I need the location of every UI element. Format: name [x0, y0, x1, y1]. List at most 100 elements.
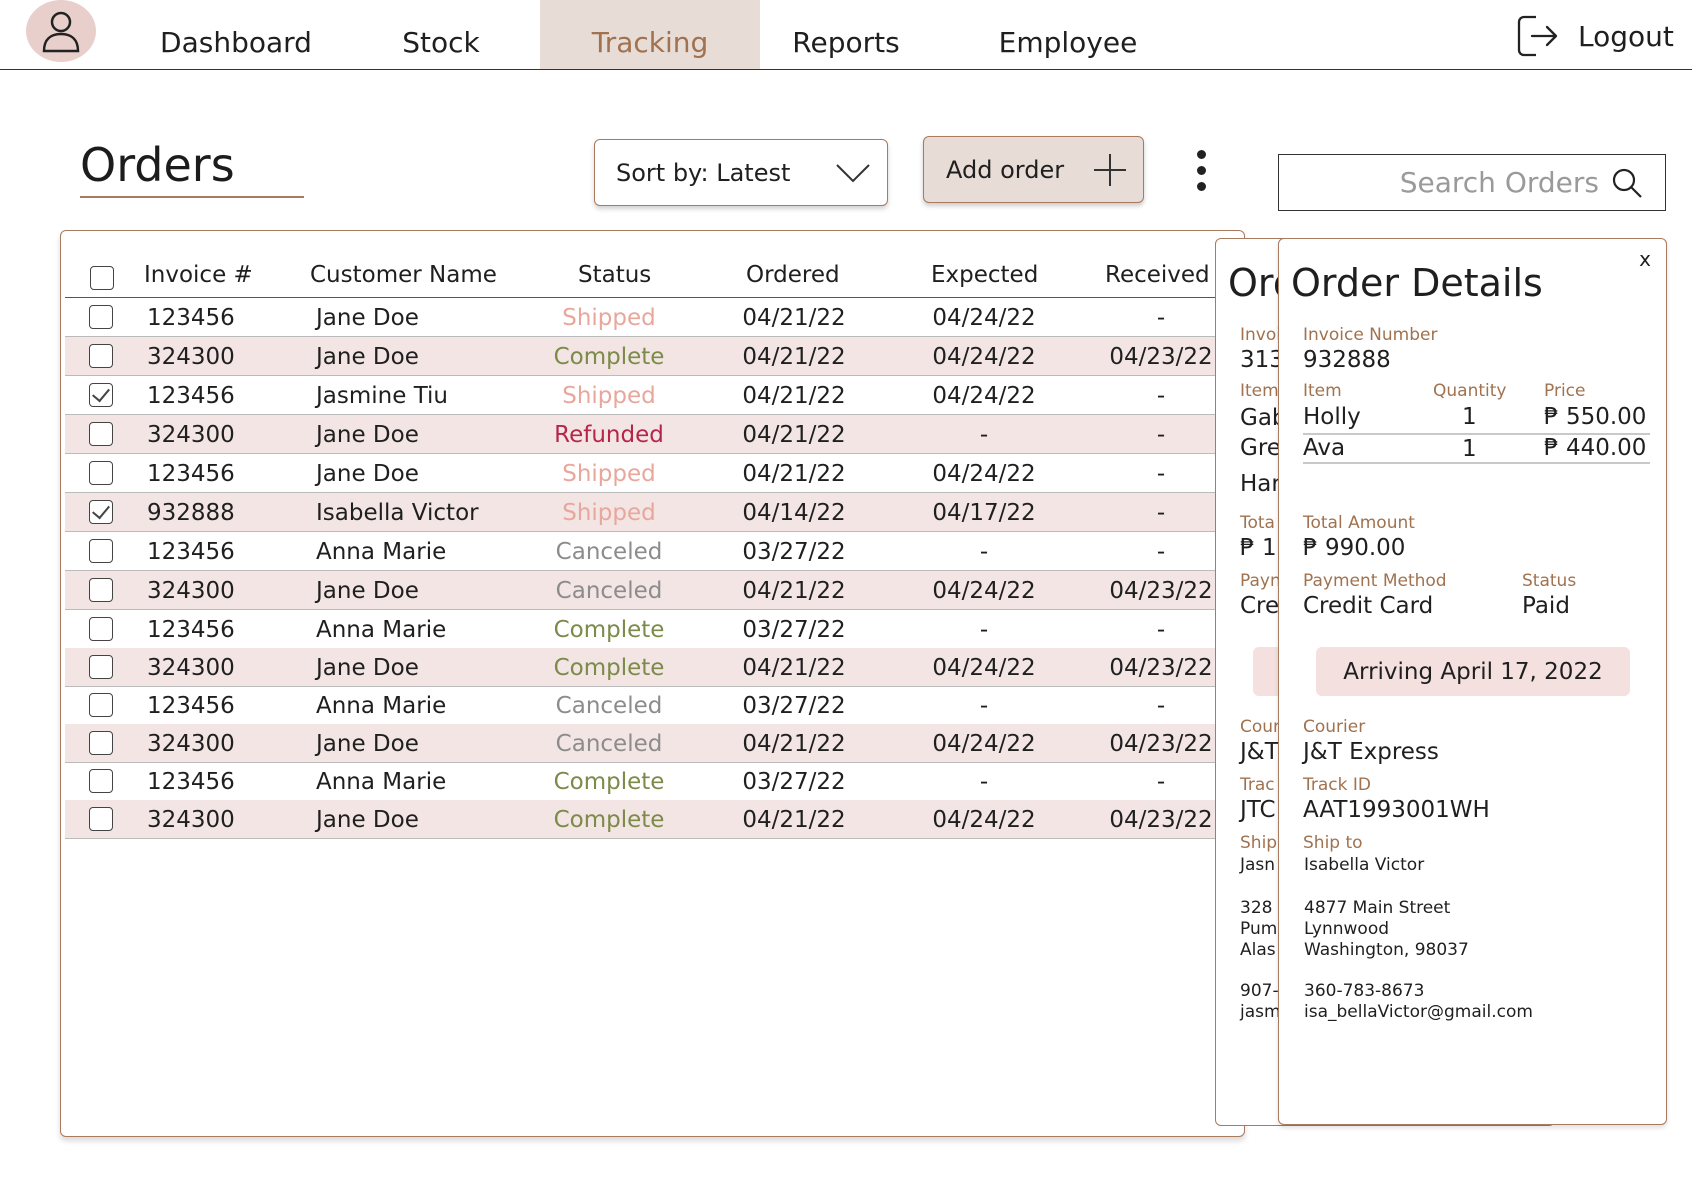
item-quantity: 1: [1462, 404, 1477, 430]
row-checkbox[interactable]: [89, 422, 113, 446]
row-checkbox[interactable]: [89, 344, 113, 368]
more-options-button[interactable]: [1190, 150, 1212, 198]
column-header-customer[interactable]: Customer Name: [310, 262, 497, 288]
ordered-cell: 04/21/22: [742, 807, 846, 833]
item-quantity: 1: [1462, 436, 1477, 462]
customer-cell: Jane Doe: [316, 655, 419, 681]
tab-stock[interactable]: Stock: [383, 0, 499, 69]
ordered-cell: 04/21/22: [742, 461, 846, 487]
row-checkbox[interactable]: [89, 383, 113, 407]
table-row[interactable]: 324300 Jane Doe Complete 04/21/22 04/24/22 04…: [65, 648, 1244, 687]
address-line: Washington, 98037: [1304, 940, 1469, 960]
invoice-cell: 324300: [147, 655, 235, 681]
row-checkbox[interactable]: [89, 769, 113, 793]
row-checkbox[interactable]: [89, 617, 113, 641]
table-row[interactable]: 123456 Anna Marie Canceled 03/27/22 - -: [65, 532, 1244, 571]
track-id-label: Track ID: [1303, 775, 1371, 795]
invoice-cell: 123456: [147, 769, 235, 795]
back-courier-value: J&T: [1240, 739, 1279, 765]
row-checkbox[interactable]: [89, 500, 113, 524]
received-cell: -: [1156, 422, 1166, 448]
back-total-value: ₱ 1: [1240, 535, 1277, 561]
table-row[interactable]: 123456 Anna Marie Complete 03/27/22 - -: [65, 762, 1244, 801]
item-name: Holly: [1303, 404, 1361, 430]
column-header-expected[interactable]: Expected: [931, 262, 1038, 288]
row-checkbox[interactable]: [89, 461, 113, 485]
tab-dashboard[interactable]: Dashboard: [150, 0, 322, 69]
status-cell: Complete: [553, 769, 665, 795]
tab-employee[interactable]: Employee: [978, 0, 1158, 69]
table-row[interactable]: 324300 Jane Doe Canceled 04/21/22 04/24/22 04…: [65, 724, 1244, 763]
ordered-cell: 04/21/22: [742, 344, 846, 370]
table-row[interactable]: 324300 Jane Doe Refunded 04/21/22 - -: [65, 415, 1244, 454]
user-icon: [42, 11, 80, 53]
row-checkbox[interactable]: [89, 655, 113, 679]
logout-icon: [1517, 15, 1558, 57]
expected-cell: 04/24/22: [932, 578, 1036, 604]
tab-reports[interactable]: Reports: [784, 0, 908, 69]
customer-cell: Anna Marie: [316, 769, 447, 795]
row-checkbox[interactable]: [89, 693, 113, 717]
table-row[interactable]: 123456 Jane Doe Shipped 04/21/22 04/24/22 -: [65, 454, 1244, 493]
ship-to-name: Isabella Victor: [1304, 855, 1425, 875]
status-cell: Shipped: [562, 461, 656, 487]
row-checkbox[interactable]: [89, 539, 113, 563]
expected-cell: 04/24/22: [932, 305, 1036, 331]
search-input[interactable]: [1299, 166, 1599, 199]
back-ship-label: Ship: [1240, 833, 1278, 853]
invoice-cell: 324300: [147, 731, 235, 757]
invoice-cell: 324300: [147, 422, 235, 448]
table-row[interactable]: 932888 Isabella Victor Shipped 04/14/22 04/1…: [65, 493, 1244, 532]
table-row[interactable]: 123456 Jane Doe Shipped 04/21/22 04/24/22 -: [65, 298, 1244, 337]
received-cell: 04/23/22: [1109, 578, 1213, 604]
back-address-line: 328: [1240, 898, 1273, 918]
received-cell: 04/23/22: [1109, 344, 1213, 370]
back-track-value: JTC: [1240, 797, 1276, 823]
expected-cell: -: [979, 769, 989, 795]
page-title: Orders: [80, 138, 235, 192]
row-checkbox[interactable]: [89, 305, 113, 329]
back-phone: 907-: [1240, 981, 1279, 1001]
search-icon[interactable]: [1611, 167, 1643, 199]
ordered-cell: 03/27/22: [742, 769, 846, 795]
customer-cell: Jane Doe: [316, 807, 419, 833]
received-cell: 04/23/22: [1109, 655, 1213, 681]
column-header-status[interactable]: Status: [578, 262, 651, 288]
column-header-received[interactable]: Received: [1105, 262, 1210, 288]
status-cell: Canceled: [555, 693, 663, 719]
search-box[interactable]: [1278, 154, 1666, 211]
item-name: Ava: [1303, 435, 1346, 461]
status-cell: Complete: [553, 617, 665, 643]
item-price: ₱ 550.00: [1544, 404, 1647, 430]
table-row[interactable]: 123456 Anna Marie Canceled 03/27/22 - -: [65, 686, 1244, 725]
column-header-ordered[interactable]: Ordered: [746, 262, 840, 288]
expected-cell: 04/24/22: [932, 383, 1036, 409]
expected-cell: -: [979, 422, 989, 448]
invoice-cell: 123456: [147, 461, 235, 487]
customer-cell: Jane Doe: [316, 422, 419, 448]
total-amount-value: ₱ 990.00: [1303, 535, 1406, 561]
sort-label: Sort by: Latest: [616, 158, 791, 187]
logout-button[interactable]: Logout: [1516, 14, 1674, 58]
add-order-label: Add order: [946, 155, 1065, 184]
select-all-checkbox[interactable]: [90, 266, 114, 290]
table-row[interactable]: 324300 Jane Doe Complete 04/21/22 04/24/22 04…: [65, 800, 1244, 839]
payment-method-label: Payment Method: [1303, 571, 1447, 591]
column-header-invoice[interactable]: Invoice #: [144, 262, 253, 288]
sort-dropdown[interactable]: Sort by: Latest: [594, 139, 888, 206]
chevron-down-icon: [836, 164, 870, 183]
avatar[interactable]: [26, 0, 96, 62]
quantity-column-label: Quantity: [1433, 381, 1507, 401]
table-row[interactable]: 123456 Jasmine Tiu Shipped 04/21/22 04/24/22…: [65, 376, 1244, 415]
table-row[interactable]: 123456 Anna Marie Complete 03/27/22 - -: [65, 610, 1244, 649]
table-row[interactable]: 324300 Jane Doe Complete 04/21/22 04/24/22 04…: [65, 337, 1244, 376]
row-checkbox[interactable]: [89, 731, 113, 755]
row-checkbox[interactable]: [89, 807, 113, 831]
table-row[interactable]: 324300 Jane Doe Canceled 04/21/22 04/24/22 04…: [65, 571, 1244, 610]
tab-tracking[interactable]: Tracking: [540, 0, 760, 69]
close-button[interactable]: x: [1639, 247, 1651, 271]
add-order-button[interactable]: Add order: [923, 136, 1144, 203]
row-checkbox[interactable]: [89, 578, 113, 602]
ordered-cell: 04/21/22: [742, 731, 846, 757]
back-payment-label: Payn: [1240, 571, 1281, 591]
